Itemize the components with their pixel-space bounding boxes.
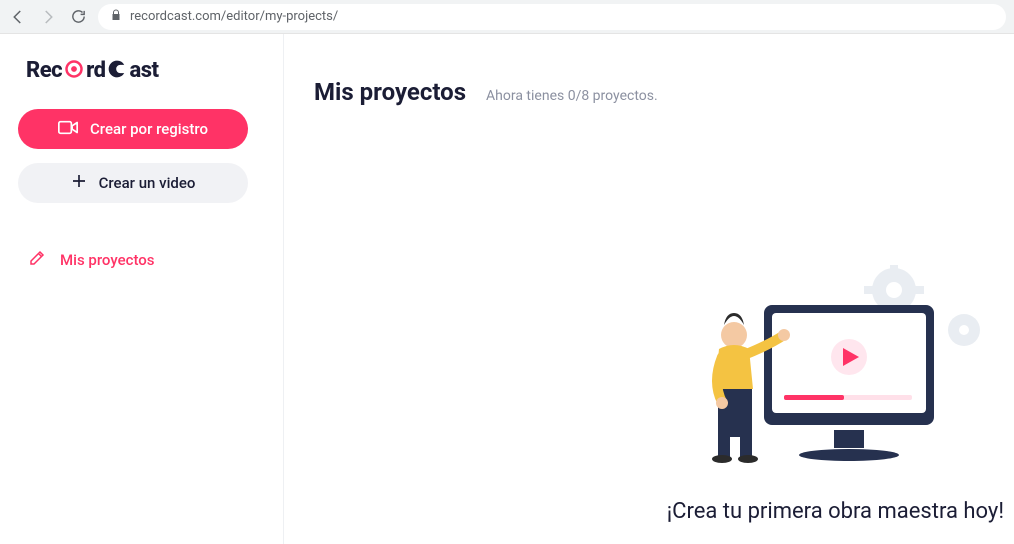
logo-text-part3: ast bbox=[129, 58, 158, 83]
page-header: Mis proyectos Ahora tienes 0/8 proyectos… bbox=[314, 78, 1014, 106]
camera-icon bbox=[58, 120, 78, 139]
url-text: recordcast.com/editor/my-projects/ bbox=[130, 9, 338, 24]
page-title: Mis proyectos bbox=[314, 78, 466, 106]
logo-c-icon bbox=[107, 59, 127, 83]
empty-state-illustration bbox=[644, 265, 1014, 485]
nav-my-projects-label: Mis proyectos bbox=[60, 251, 155, 269]
empty-state-caption: ¡Crea tu primera obra maestra hoy! bbox=[594, 499, 1014, 524]
sidebar-nav: Mis proyectos bbox=[18, 243, 265, 277]
back-button[interactable] bbox=[8, 7, 28, 27]
logo-text-part2: rd bbox=[86, 58, 105, 83]
main-content: Mis proyectos Ahora tienes 0/8 proyectos… bbox=[284, 34, 1014, 544]
reload-button[interactable] bbox=[68, 7, 88, 27]
create-by-record-button[interactable]: Crear por registro bbox=[18, 109, 248, 149]
empty-state: ¡Crea tu primera obra maestra hoy! bbox=[594, 265, 1014, 524]
edit-icon bbox=[28, 249, 46, 271]
nav-my-projects[interactable]: Mis proyectos bbox=[18, 243, 265, 277]
logo-text-part1: Rec bbox=[26, 58, 62, 83]
browser-toolbar: recordcast.com/editor/my-projects/ bbox=[0, 0, 1014, 34]
plus-icon bbox=[71, 173, 87, 193]
logo-target-icon bbox=[64, 59, 84, 83]
create-video-label: Crear un video bbox=[99, 174, 196, 192]
lock-icon bbox=[110, 9, 122, 25]
project-count: Ahora tienes 0/8 proyectos. bbox=[486, 88, 658, 104]
forward-button[interactable] bbox=[38, 7, 58, 27]
address-bar[interactable]: recordcast.com/editor/my-projects/ bbox=[98, 4, 1006, 30]
create-by-record-label: Crear por registro bbox=[90, 120, 208, 138]
create-video-button[interactable]: Crear un video bbox=[18, 163, 248, 203]
sidebar: Rec rd ast Crear por registro Crear un v… bbox=[0, 34, 284, 544]
logo[interactable]: Rec rd ast bbox=[26, 58, 265, 83]
